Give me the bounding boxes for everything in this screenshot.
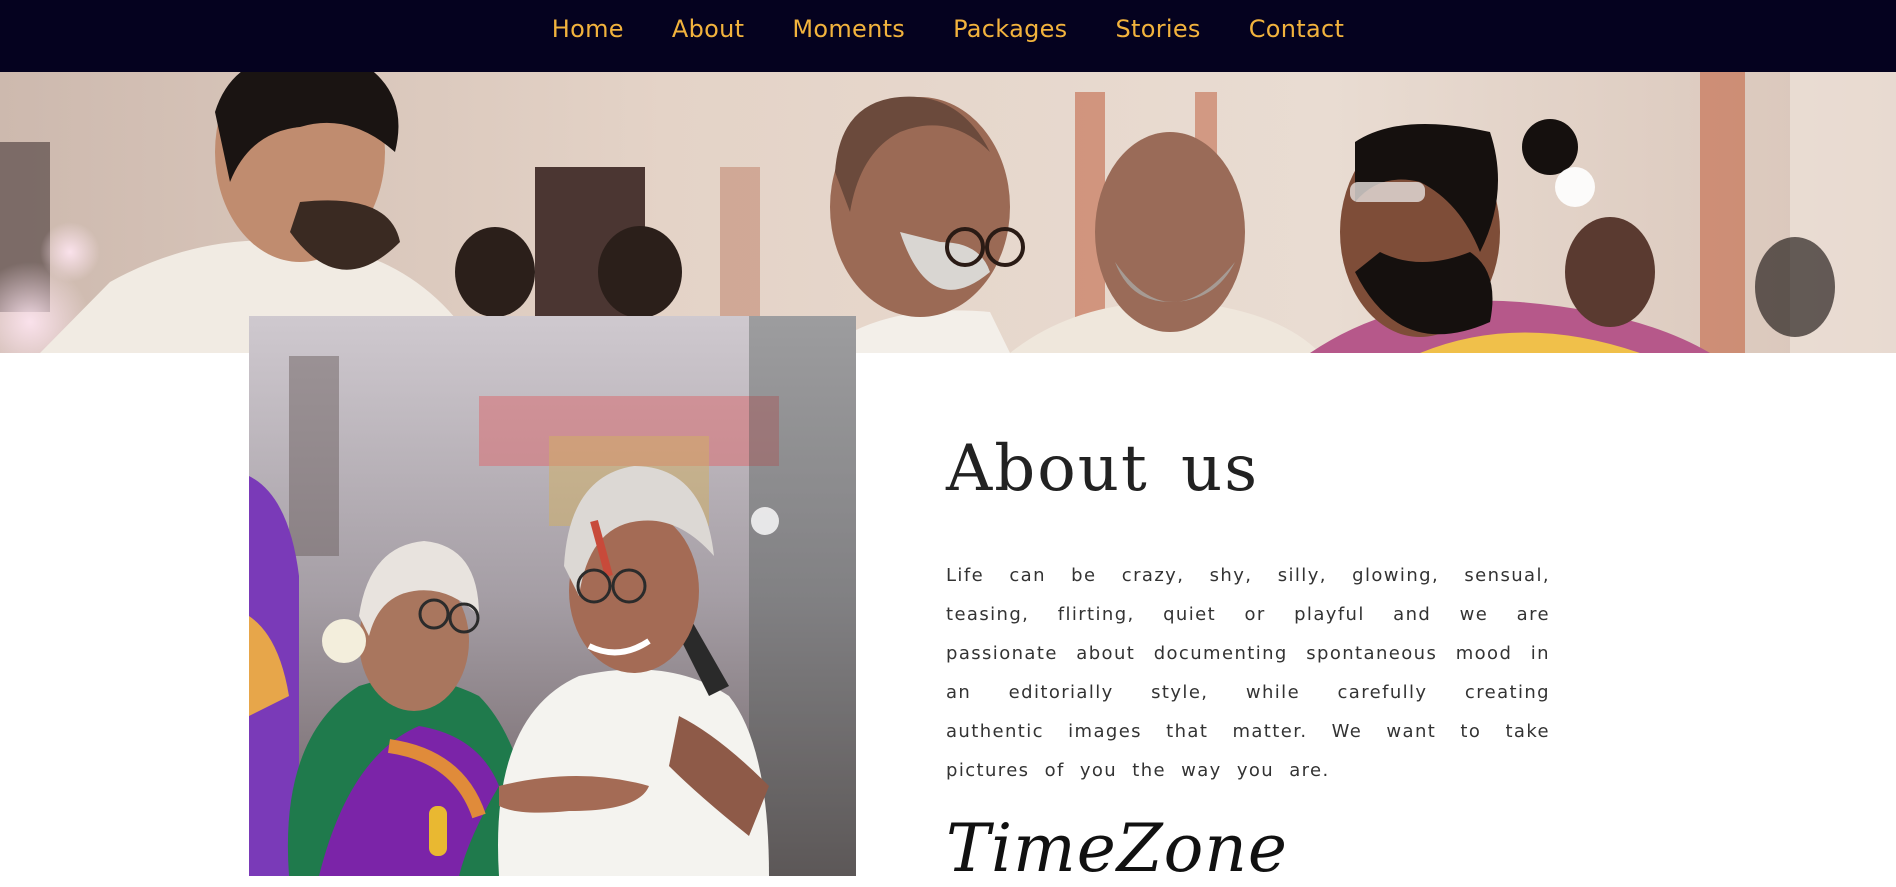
about-heading: About us <box>946 432 1260 506</box>
nav-item-about[interactable]: About <box>672 15 744 43</box>
nav-item-packages[interactable]: Packages <box>953 15 1067 43</box>
about-description: Life can be crazy, shy, silly, glowing, … <box>946 565 1550 781</box>
nav-menu: Home About Moments Packages Stories Cont… <box>0 0 1896 58</box>
nav-item-contact[interactable]: Contact <box>1249 15 1344 43</box>
top-navigation: Home About Moments Packages Stories Cont… <box>0 0 1896 72</box>
hero-banner-image <box>0 72 1896 353</box>
nav-item-moments[interactable]: Moments <box>792 15 905 43</box>
nav-item-home[interactable]: Home <box>552 15 624 43</box>
brand-signature: TimeZone <box>946 810 1288 887</box>
nav-item-stories[interactable]: Stories <box>1115 15 1200 43</box>
about-photo-couple <box>249 316 856 876</box>
